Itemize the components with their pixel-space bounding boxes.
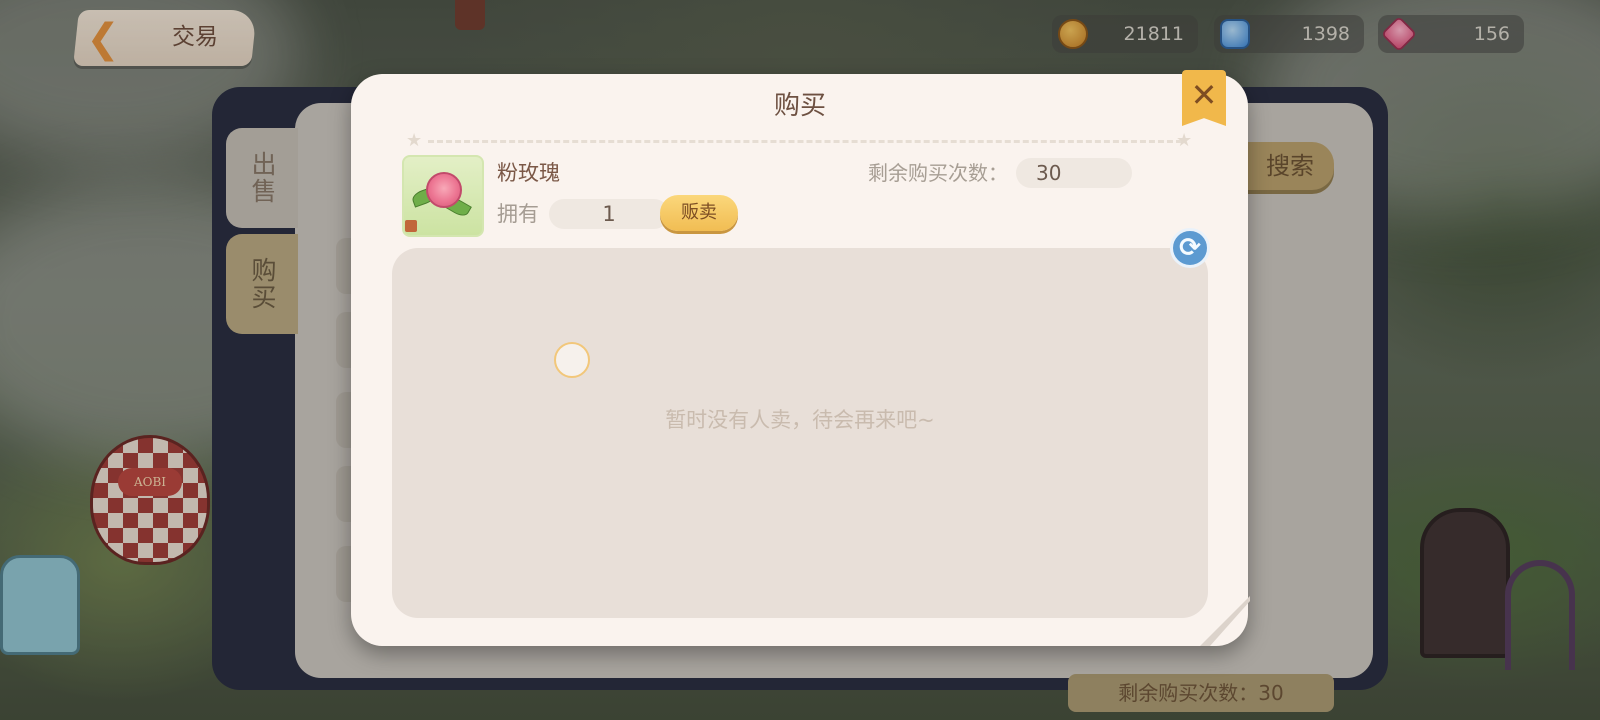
own-label: 拥有 <box>497 202 539 226</box>
item-tag-icon <box>405 220 417 232</box>
empty-message: 暂时没有人卖，待会再来吧~ <box>665 408 935 432</box>
star-icon: ★ <box>1176 130 1193 151</box>
star-icon: ★ <box>406 130 423 151</box>
remaining-label: 剩余购买次数： <box>868 161 1008 185</box>
refresh-icon[interactable]: ⟳ <box>1170 228 1210 268</box>
title-divider <box>428 140 1182 143</box>
close-icon[interactable]: ✕ <box>1182 70 1226 126</box>
sell-button[interactable]: 贩卖 <box>660 195 738 231</box>
item-name: 粉玫瑰 <box>497 161 560 185</box>
touch-cursor <box>554 342 590 378</box>
pink-rose-icon <box>426 172 462 208</box>
dialog-title: 购买 <box>773 91 826 121</box>
own-value: 1 <box>549 199 669 229</box>
remaining-value: 30 <box>1016 158 1132 188</box>
